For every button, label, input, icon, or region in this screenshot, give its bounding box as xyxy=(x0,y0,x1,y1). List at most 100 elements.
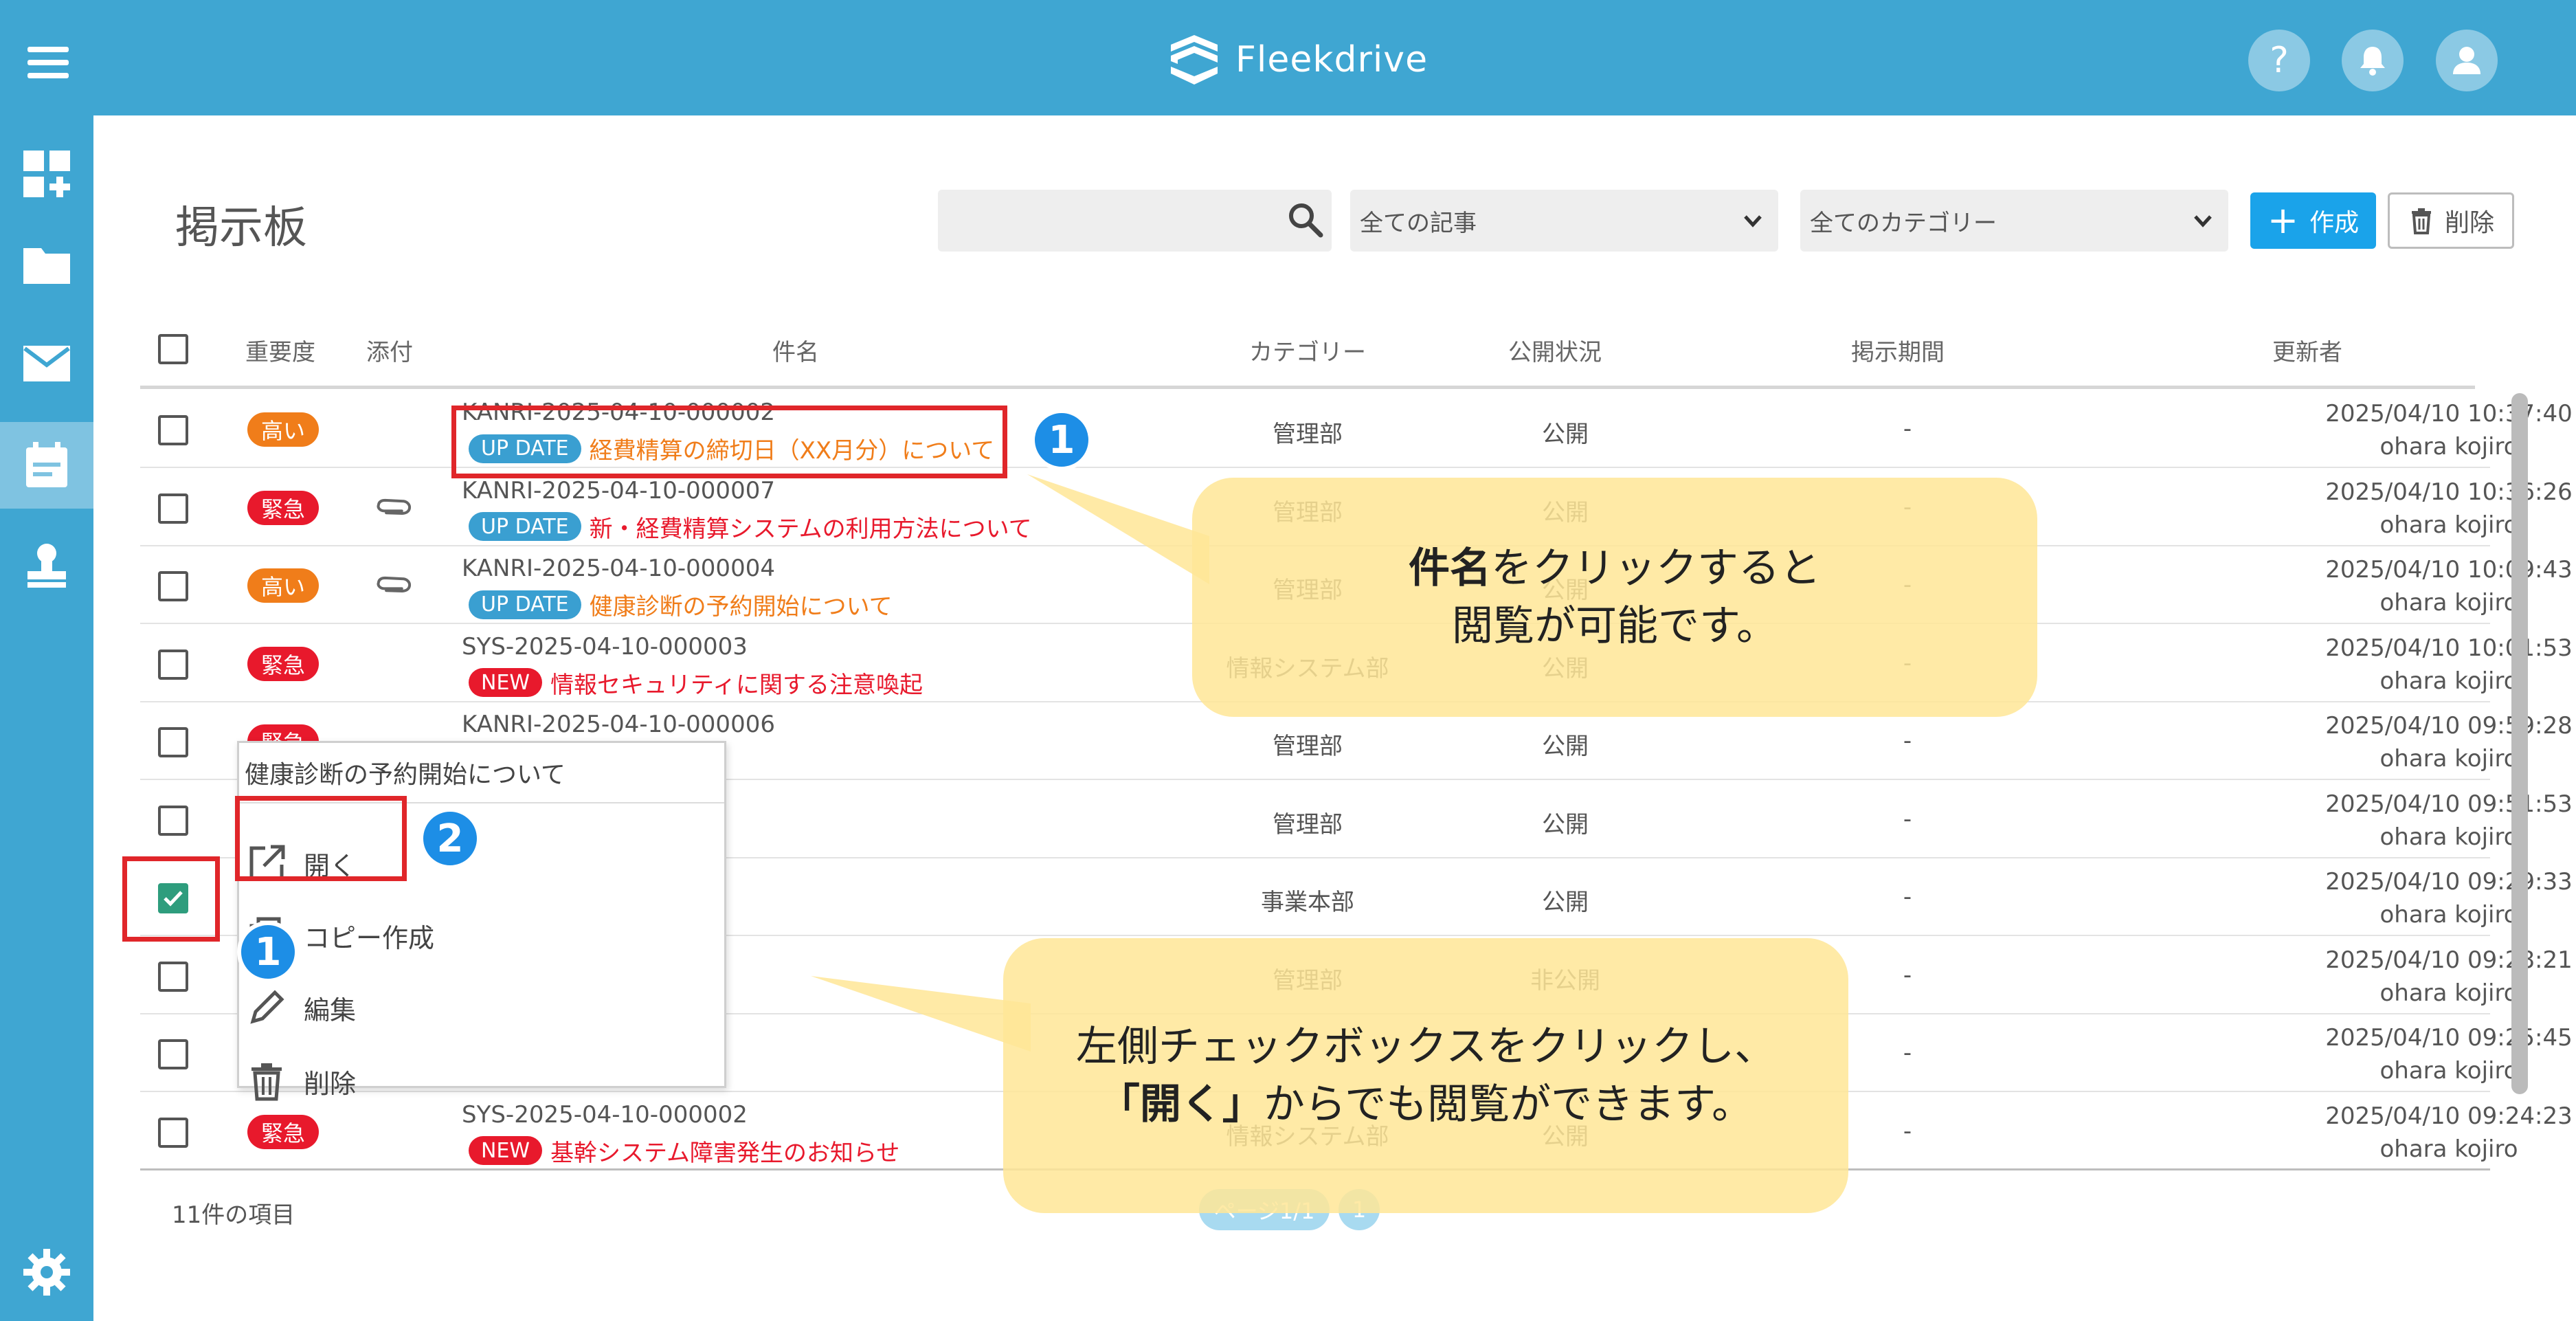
step-1-marker-top: 1 xyxy=(1031,409,1093,471)
step-2-marker: 2 xyxy=(419,808,481,869)
updated-user: ohara kojiro xyxy=(2379,901,2518,929)
article-period: - xyxy=(1903,805,1912,833)
chevron-down-icon xyxy=(2194,215,2212,227)
row-checkbox[interactable] xyxy=(158,1039,188,1069)
search-icon[interactable] xyxy=(1285,199,1326,241)
dashboard-add-icon xyxy=(23,151,70,197)
row-checkbox[interactable] xyxy=(158,1117,188,1148)
create-button[interactable]: + 作成 xyxy=(2250,192,2376,249)
delete-button-label: 削除 xyxy=(2444,209,2494,237)
sidebar-item-approval[interactable] xyxy=(0,522,93,609)
priority-badge: 緊急 xyxy=(247,490,319,525)
callout-checkbox-tip: 左側チェックボックスをクリックし、 「開く」からでも閲覧ができます。 xyxy=(1003,938,1848,1213)
menu-icon[interactable] xyxy=(27,47,69,78)
priority-badge: 緊急 xyxy=(247,1114,319,1149)
article-status-tag: NEW xyxy=(469,668,543,697)
callout-subject-line1: 件名をクリックすると xyxy=(1409,540,1821,597)
col-header-subject[interactable]: 件名 xyxy=(772,333,819,367)
bell-icon xyxy=(2360,47,2385,76)
app-logo[interactable]: Fleekdrive xyxy=(1165,29,1428,91)
pencil-icon xyxy=(250,990,284,1024)
updated-user: ohara kojiro xyxy=(2379,1135,2518,1163)
row-checkbox[interactable] xyxy=(158,415,188,445)
col-header-status[interactable]: 公開状況 xyxy=(1508,333,1602,367)
callout-subject-line2: 閲覧が可能です。 xyxy=(1452,602,1778,650)
updated-user: ohara kojiro xyxy=(2379,589,2518,617)
updated-date: 2025/04/10 09:24:23 xyxy=(2325,1102,2573,1130)
article-status: 公開 xyxy=(1542,810,1589,839)
row-checkbox[interactable] xyxy=(158,493,188,524)
updated-user: ohara kojiro xyxy=(2379,1057,2518,1085)
highlight-open-box xyxy=(235,796,407,881)
updated-date: 2025/04/10 10:37:40 xyxy=(2325,400,2573,428)
article-period: - xyxy=(1903,883,1912,911)
row-checkbox[interactable] xyxy=(158,727,188,757)
row-checkbox[interactable] xyxy=(158,961,188,992)
select-all-checkbox[interactable] xyxy=(158,334,188,364)
delete-button[interactable]: 削除 xyxy=(2388,192,2514,249)
article-updated: 2025/04/10 09:28:21 ohara kojiro xyxy=(2325,944,2573,1010)
col-header-period[interactable]: 掲示期間 xyxy=(1851,333,1945,367)
col-header-importance[interactable]: 重要度 xyxy=(245,333,315,367)
sidebar-item-bulletin-board[interactable] xyxy=(0,422,93,509)
search-input[interactable] xyxy=(938,190,1332,252)
updated-user: ohara kojiro xyxy=(2379,745,2518,773)
article-updated: 2025/04/10 09:24:23 ohara kojiro xyxy=(2325,1100,2573,1166)
chevron-down-icon xyxy=(1744,215,1762,227)
plus-icon: + xyxy=(2267,199,2299,242)
step-1-marker-bottom: 1 xyxy=(237,921,299,983)
fleekdrive-logo-icon xyxy=(1171,35,1218,85)
help-icon: ? xyxy=(2270,40,2289,81)
article-filter-select[interactable]: 全ての記事 xyxy=(1350,190,1778,252)
article-code: KANRI-2025-04-10-000004 xyxy=(462,555,775,582)
callout-checkbox-rest: からでも閲覧ができます。 xyxy=(1263,1080,1754,1129)
row-checkbox[interactable] xyxy=(158,805,188,836)
article-subject-link[interactable]: NEW 基幹システム障害発生のお知らせ xyxy=(469,1134,899,1168)
context-menu-copy-label: コピー作成 xyxy=(304,922,435,953)
article-status: 公開 xyxy=(1542,889,1589,916)
context-menu-title: 健康診断の予約開始について xyxy=(239,743,724,803)
row-checkbox[interactable] xyxy=(158,571,188,601)
article-subject: 情報セキュリティに関する注意喚起 xyxy=(550,671,923,699)
context-menu-copy[interactable]: コピー作成 xyxy=(246,904,713,966)
updated-date: 2025/04/10 10:36:26 xyxy=(2325,478,2573,506)
sidebar-item-settings[interactable] xyxy=(0,1229,93,1316)
article-status: 公開 xyxy=(1542,733,1589,760)
priority-badge: 高い xyxy=(247,412,319,447)
article-updated: 2025/04/10 10:09:43 ohara kojiro xyxy=(2325,553,2573,619)
article-period: - xyxy=(1903,727,1912,755)
category-filter-select[interactable]: 全てのカテゴリー xyxy=(1800,190,2228,252)
updated-user: ohara kojiro xyxy=(2379,433,2518,460)
article-updated: 2025/04/10 09:51:53 ohara kojiro xyxy=(2325,788,2573,854)
updated-date: 2025/04/10 09:59:28 xyxy=(2325,712,2573,740)
notification-button[interactable] xyxy=(2342,30,2404,91)
user-icon xyxy=(2453,47,2480,74)
category-filter-value: 全てのカテゴリー xyxy=(1810,209,1997,237)
row-checkbox[interactable] xyxy=(158,649,188,680)
sidebar-item-mail[interactable] xyxy=(0,320,93,407)
sidebar-item-files[interactable] xyxy=(0,221,93,308)
trash-icon xyxy=(251,1063,282,1101)
context-menu-edit-label: 編集 xyxy=(304,995,357,1025)
article-updated: 2025/04/10 10:37:40 ohara kojiro xyxy=(2325,397,2573,463)
stamp-icon xyxy=(27,544,66,588)
highlight-checkbox-box xyxy=(122,856,220,942)
context-menu-edit[interactable]: 編集 xyxy=(246,977,713,1039)
article-subject-link[interactable]: UP DATE 健康診断の予約開始について xyxy=(469,588,893,621)
vertical-scrollbar[interactable] xyxy=(2511,393,2528,1094)
col-header-attachment[interactable]: 添付 xyxy=(366,333,413,367)
article-subject-link[interactable]: UP DATE 新・経費精算システムの利用方法について xyxy=(469,510,1032,544)
article-period: - xyxy=(1903,961,1912,989)
context-menu: 健康診断の予約開始について 開く コピー作成 編集 削除 xyxy=(237,741,726,1101)
context-menu-delete[interactable]: 削除 xyxy=(246,1050,713,1112)
col-header-category[interactable]: カテゴリー xyxy=(1249,333,1366,367)
article-code: SYS-2025-04-10-000003 xyxy=(462,632,748,660)
help-button[interactable]: ? xyxy=(2248,30,2310,91)
context-menu-delete-label: 削除 xyxy=(304,1068,357,1099)
article-status-tag: UP DATE xyxy=(469,512,581,541)
user-avatar-button[interactable] xyxy=(2436,30,2498,91)
article-period: - xyxy=(1903,1039,1912,1067)
sidebar-item-dashboard[interactable] xyxy=(0,131,93,217)
col-header-updater[interactable]: 更新者 xyxy=(2272,333,2342,367)
article-subject-link[interactable]: NEW 情報セキュリティに関する注意喚起 xyxy=(469,666,923,700)
